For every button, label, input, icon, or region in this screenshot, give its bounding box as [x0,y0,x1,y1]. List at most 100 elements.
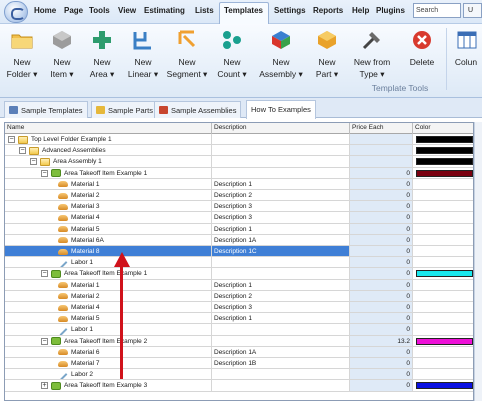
name-cell[interactable]: Material 1 [5,178,212,190]
color-cell[interactable] [413,291,473,302]
new-item-button[interactable]: New Item ▾ [42,26,82,82]
description-cell[interactable] [212,369,350,381]
name-cell[interactable]: Material 4 [5,302,212,314]
columns-button[interactable]: Colun [450,26,482,82]
tree-row[interactable]: Material 5 Description 1 0 [5,313,473,325]
color-cell[interactable] [413,212,473,224]
color-cell[interactable] [413,313,473,325]
price-cell[interactable]: 0 [350,234,413,246]
collapse-toggle[interactable]: − [41,169,48,177]
name-cell[interactable]: − Area Assembly 1 [5,156,212,168]
name-cell[interactable]: Material 2 [5,290,212,302]
new-assembly-button[interactable]: New Assembly ▾ [254,26,308,82]
description-cell[interactable] [212,268,350,280]
tree-row[interactable]: Material 1 Description 1 0 [5,178,473,190]
description-cell[interactable] [212,257,350,269]
color-cell[interactable] [413,268,473,280]
tree-row[interactable]: Material 5 Description 1 0 [5,223,473,235]
color-cell[interactable] [413,246,473,258]
tree-row[interactable]: Labor 1 0 [5,324,473,336]
description-cell[interactable]: Description 1 [212,223,350,235]
description-cell[interactable]: Description 1 [212,279,350,291]
price-cell[interactable]: 0 [350,380,413,392]
name-cell[interactable]: Material 3 [5,201,212,213]
name-cell[interactable]: Labor 2 [5,369,212,381]
price-cell[interactable]: 0 [350,302,413,314]
search-input[interactable]: Search [413,3,461,18]
description-cell[interactable]: Description 1A [212,346,350,358]
menu-templates[interactable]: Templates [224,6,263,15]
tree-row[interactable]: + Area Takeoff Item Example 3 0 [5,380,473,392]
tree-row[interactable]: Material 8 Description 1C 0 [5,246,473,258]
menu-estimating[interactable]: Estimating [144,6,185,15]
name-cell[interactable]: Material 8 [5,246,212,258]
price-cell[interactable]: 0 [350,257,413,269]
tree-row[interactable]: Material 4 Description 3 0 [5,212,473,224]
price-cell[interactable]: 0 [350,346,413,358]
delete-button[interactable]: Delete [403,26,441,82]
color-cell[interactable] [413,380,473,392]
price-cell[interactable]: 0 [350,358,413,370]
new-from-type-button[interactable]: New from Type ▾ [346,26,398,82]
price-cell[interactable]: 0 [350,268,413,280]
name-cell[interactable]: Material 4 [5,212,212,224]
menu-lists[interactable]: Lists [195,6,214,15]
name-cell[interactable]: − Area Takeoff Item Example 1 [5,167,212,179]
description-cell[interactable] [212,324,350,336]
price-cell[interactable]: 0 [350,223,413,235]
description-cell[interactable] [212,335,350,347]
new-area-button[interactable]: New Area ▾ [82,26,122,82]
name-cell[interactable]: Material 6 [5,346,212,358]
tree-row[interactable]: Material 4 Description 3 0 [5,302,473,314]
tree-row[interactable]: Material 2 Description 2 0 [5,290,473,302]
new-part-button[interactable]: New Part ▾ [308,26,346,82]
color-cell[interactable] [413,190,473,202]
description-cell[interactable]: Description 1B [212,358,350,370]
expand-toggle[interactable]: + [41,382,48,390]
name-cell[interactable]: − Area Takeoff Item Example 2 [5,335,212,347]
description-cell[interactable] [212,380,350,392]
price-cell[interactable] [350,134,413,146]
tree-row[interactable]: − Advanced Assemblies [5,145,473,157]
name-cell[interactable]: − Top Level Folder Example 1 [5,134,212,146]
price-cell[interactable]: 0 [350,324,413,336]
tree-row[interactable]: Labor 1 0 [5,257,473,269]
description-cell[interactable]: Description 3 [212,212,350,224]
price-cell[interactable]: 0 [350,190,413,202]
tree-row[interactable]: Material 7 Description 1B 0 [5,358,473,370]
description-cell[interactable]: Description 3 [212,201,350,213]
tree-row[interactable]: Material 2 Description 2 0 [5,190,473,202]
description-cell[interactable]: Description 2 [212,290,350,302]
description-cell[interactable] [212,156,350,168]
template-tree-grid[interactable]: Name Description Price Each Color − Top L… [4,122,474,401]
color-cell[interactable] [413,235,473,246]
price-cell[interactable]: 0 [350,313,413,325]
price-cell[interactable] [350,156,413,168]
color-cell[interactable] [413,358,473,370]
column-header-description[interactable]: Description [212,123,350,134]
column-header-price-each[interactable]: Price Each [350,123,413,134]
tab-sample-templates[interactable]: Sample Templates [4,101,88,118]
color-cell[interactable] [413,347,473,358]
name-cell[interactable]: − Advanced Assemblies [5,145,212,157]
description-cell[interactable] [212,167,350,179]
menu-view[interactable]: View [118,6,136,15]
menu-page[interactable]: Page [64,6,83,15]
name-cell[interactable]: Material 6A [5,234,212,246]
user-button[interactable]: U [463,3,482,18]
color-cell[interactable] [413,201,473,213]
tree-row[interactable]: Labor 2 0 [5,369,473,381]
name-cell[interactable]: + Area Takeoff Item Example 3 [5,380,212,392]
price-cell[interactable]: 0 [350,369,413,381]
price-cell[interactable]: 0 [350,212,413,224]
color-cell[interactable] [413,369,473,381]
name-cell[interactable]: Labor 1 [5,324,212,336]
color-cell[interactable] [413,224,473,235]
new-segment-button[interactable]: New Segment ▾ [164,26,210,82]
collapse-toggle[interactable]: − [41,270,48,278]
tree-row[interactable]: Material 1 Description 1 0 [5,279,473,291]
price-cell[interactable]: 0 [350,246,413,258]
collapse-toggle[interactable]: − [19,147,26,155]
color-cell[interactable] [413,168,473,179]
tree-row[interactable]: Material 6 Description 1A 0 [5,346,473,358]
